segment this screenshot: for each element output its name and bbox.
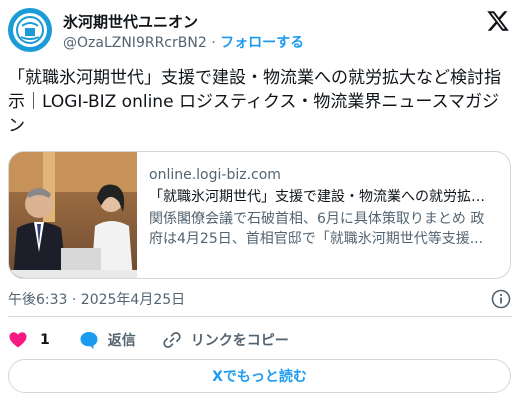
reply-label: 返信 <box>107 333 136 349</box>
like-button[interactable]: 1 <box>8 330 50 350</box>
tweet-timestamp[interactable]: 午後6:33 · 2025年4月25日 <box>8 292 185 308</box>
divider <box>8 316 512 317</box>
tweet-text: 「就職氷河期世代」支援で建設・物流業への就労拡大など検討指示｜LOGI-BIZ … <box>8 68 501 136</box>
author-handle[interactable]: @OzaLZNI9RRcrBN2 <box>63 35 207 51</box>
author-name[interactable]: 氷河期世代ユニオン <box>63 11 198 32</box>
action-bar: 1 返信 リンクをコピー <box>8 330 289 350</box>
follow-button[interactable]: フォローする <box>220 35 304 51</box>
reply-bubble-icon <box>80 332 98 349</box>
author-meta: @OzaLZNI9RRcrBN2 · フォローする <box>63 32 304 52</box>
heart-icon <box>9 332 27 348</box>
timestamp-row: 午後6:33 · 2025年4月25日 <box>8 289 512 309</box>
x-logo-icon[interactable] <box>486 9 510 33</box>
info-icon[interactable] <box>491 289 511 309</box>
reply-button[interactable]: 返信 <box>79 330 136 350</box>
link-card-title: 「就職氷河期世代」支援で建設・物流業への就労拡大など検討指示 <box>149 189 498 205</box>
link-card-body: online.logi-biz.com 「就職氷河期世代」支援で建設・物流業への… <box>137 152 510 278</box>
copy-link-button[interactable]: リンクをコピー <box>162 330 289 350</box>
author-avatar[interactable] <box>8 8 52 52</box>
read-more-on-x-button[interactable]: Xでもっと読む <box>8 359 511 393</box>
separator-dot: · <box>211 35 216 51</box>
copy-link-label: リンクをコピー <box>190 333 289 349</box>
link-card[interactable]: online.logi-biz.com 「就職氷河期世代」支援で建設・物流業への… <box>8 151 511 279</box>
link-card-description: 関係閣僚会議で石破首相、6月に具体策取りまとめ 政府は4月25日、首相官邸で「就… <box>149 211 485 247</box>
link-icon <box>163 332 181 348</box>
link-card-domain: online.logi-biz.com <box>149 167 281 183</box>
like-count: 1 <box>40 332 50 348</box>
union-logo-icon <box>13 13 47 47</box>
link-card-thumbnail <box>9 152 137 278</box>
tweet-header: 氷河期世代ユニオン @OzaLZNI9RRcrBN2 · フォローする <box>8 8 512 52</box>
